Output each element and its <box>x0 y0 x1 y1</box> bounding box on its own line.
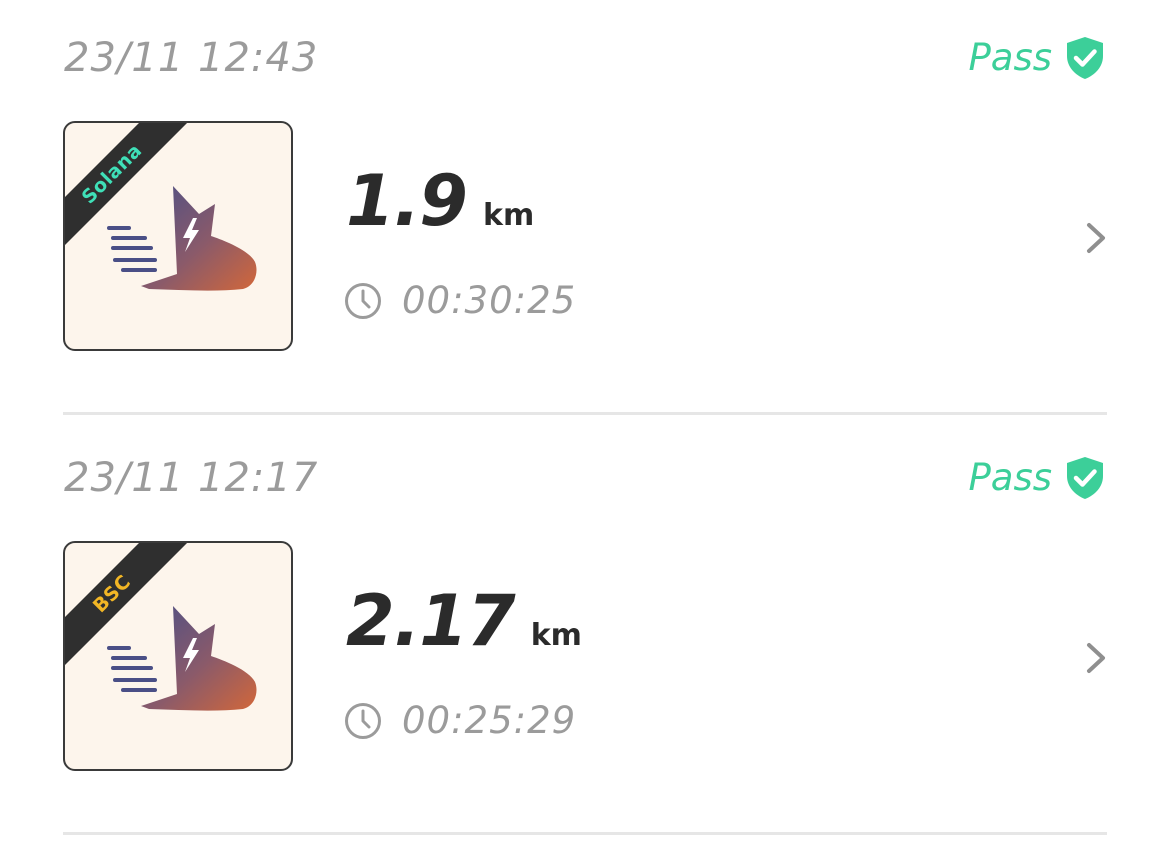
duration-value: 00:25:29 <box>402 699 577 742</box>
status-label: Pass <box>968 36 1052 79</box>
shoe-thumbnail: Solana <box>63 121 293 351</box>
distance-unit: km <box>530 618 582 653</box>
shield-check-icon <box>1064 455 1106 501</box>
duration: 00:30:25 <box>344 278 576 324</box>
running-shoe-icon <box>107 606 257 711</box>
status-badge: Pass <box>968 34 1106 82</box>
duration-value: 00:30:25 <box>402 279 577 322</box>
running-shoe-icon <box>107 186 257 291</box>
status-label: Pass <box>968 456 1052 499</box>
run-list-item[interactable]: 23/11 12:17 Pass BSC 2.17 km 00:25:29 <box>0 420 1170 840</box>
clock-icon <box>344 702 402 740</box>
distance-value: 1.9 <box>346 160 468 242</box>
distance-unit: km <box>483 198 535 233</box>
status-badge: Pass <box>968 454 1106 502</box>
distance-value: 2.17 <box>346 580 516 662</box>
chevron-right-icon[interactable] <box>1082 220 1110 256</box>
shoe-thumbnail: BSC <box>63 541 293 771</box>
distance: 2.17 km <box>346 578 582 664</box>
duration: 00:25:29 <box>344 698 576 744</box>
shield-check-icon <box>1064 35 1106 81</box>
run-timestamp: 23/11 12:43 <box>64 35 319 81</box>
clock-icon <box>344 282 402 320</box>
divider <box>63 832 1107 835</box>
distance: 1.9 km <box>346 158 534 244</box>
run-list-item[interactable]: 23/11 12:43 Pass Solana 1.9 km 00:30:25 <box>0 0 1170 420</box>
chevron-right-icon[interactable] <box>1082 640 1110 676</box>
divider <box>63 412 1107 415</box>
run-timestamp: 23/11 12:17 <box>64 455 319 501</box>
